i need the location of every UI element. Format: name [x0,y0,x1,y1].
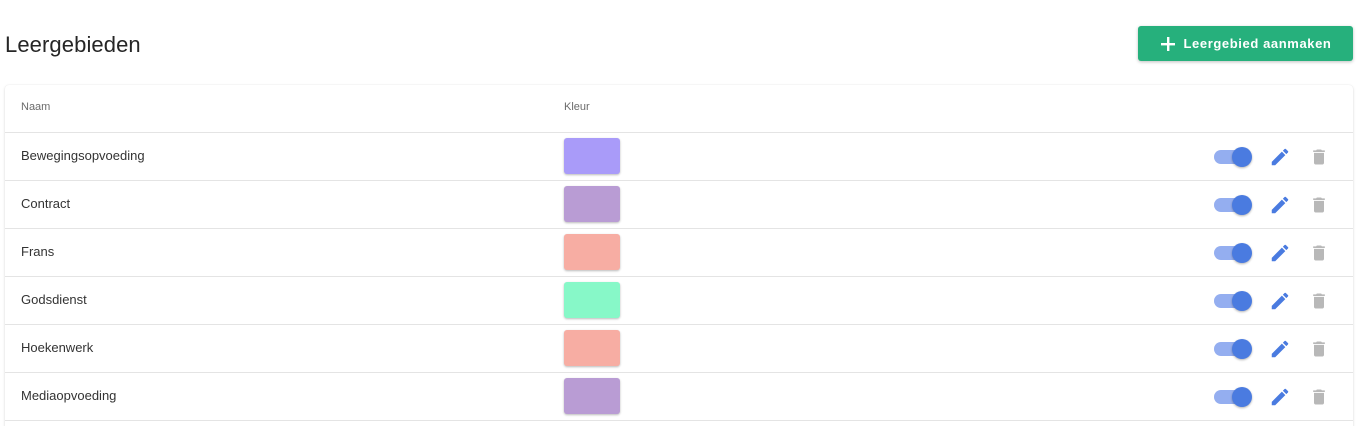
color-swatch [564,138,620,174]
color-swatch [564,282,620,318]
delete-icon[interactable] [1309,386,1329,408]
table-row: Frans [5,229,1353,277]
table-header: Naam Kleur [5,85,1353,133]
row-name: Godsdienst [21,292,87,307]
color-swatch [564,378,620,414]
active-toggle[interactable] [1214,290,1252,311]
toggle-thumb [1232,387,1252,407]
edit-icon[interactable] [1269,242,1291,264]
toggle-thumb [1232,147,1252,167]
edit-icon[interactable] [1269,194,1291,216]
edit-icon[interactable] [1269,146,1291,168]
active-toggle[interactable] [1214,146,1252,167]
row-name: Hoekenwerk [21,340,94,355]
toggle-thumb [1232,195,1252,215]
column-header-color: Kleur [564,101,590,113]
column-header-name: Naam [21,101,51,113]
table-body: Bewegingsopvoeding Contract Frans Godsdi… [5,133,1353,421]
toggle-thumb [1232,291,1252,311]
row-name: Frans [21,244,55,259]
edit-icon[interactable] [1269,338,1291,360]
active-toggle[interactable] [1214,338,1252,359]
create-learning-area-button[interactable]: Leergebied aanmaken [1138,26,1353,61]
table-row: Bewegingsopvoeding [5,133,1353,181]
active-toggle[interactable] [1214,194,1252,215]
table-row: Hoekenwerk [5,325,1353,373]
active-toggle[interactable] [1214,242,1252,263]
active-toggle[interactable] [1214,386,1252,407]
row-name: Bewegingsopvoeding [21,148,145,163]
plus-icon [1160,36,1175,51]
delete-icon[interactable] [1309,146,1329,168]
delete-icon[interactable] [1309,242,1329,264]
page-title: Leergebieden [5,32,141,57]
delete-icon[interactable] [1309,194,1329,216]
color-swatch [564,330,620,366]
row-name: Mediaopvoeding [21,388,117,403]
color-swatch [564,234,620,270]
page: Leergebieden Leergebied aanmaken Naam Kl… [0,0,1359,426]
toggle-thumb [1232,243,1252,263]
create-button-label: Leergebied aanmaken [1183,36,1332,51]
table-row: Godsdienst [5,277,1353,325]
delete-icon[interactable] [1309,338,1329,360]
color-swatch [564,186,620,222]
table-row: Contract [5,181,1353,229]
row-name: Contract [21,196,71,211]
delete-icon[interactable] [1309,290,1329,312]
toggle-thumb [1232,339,1252,359]
table-row: Mediaopvoeding [5,373,1353,421]
learning-areas-table: Naam Kleur Bewegingsopvoeding Contract F [5,85,1353,426]
edit-icon[interactable] [1269,386,1291,408]
edit-icon[interactable] [1269,290,1291,312]
